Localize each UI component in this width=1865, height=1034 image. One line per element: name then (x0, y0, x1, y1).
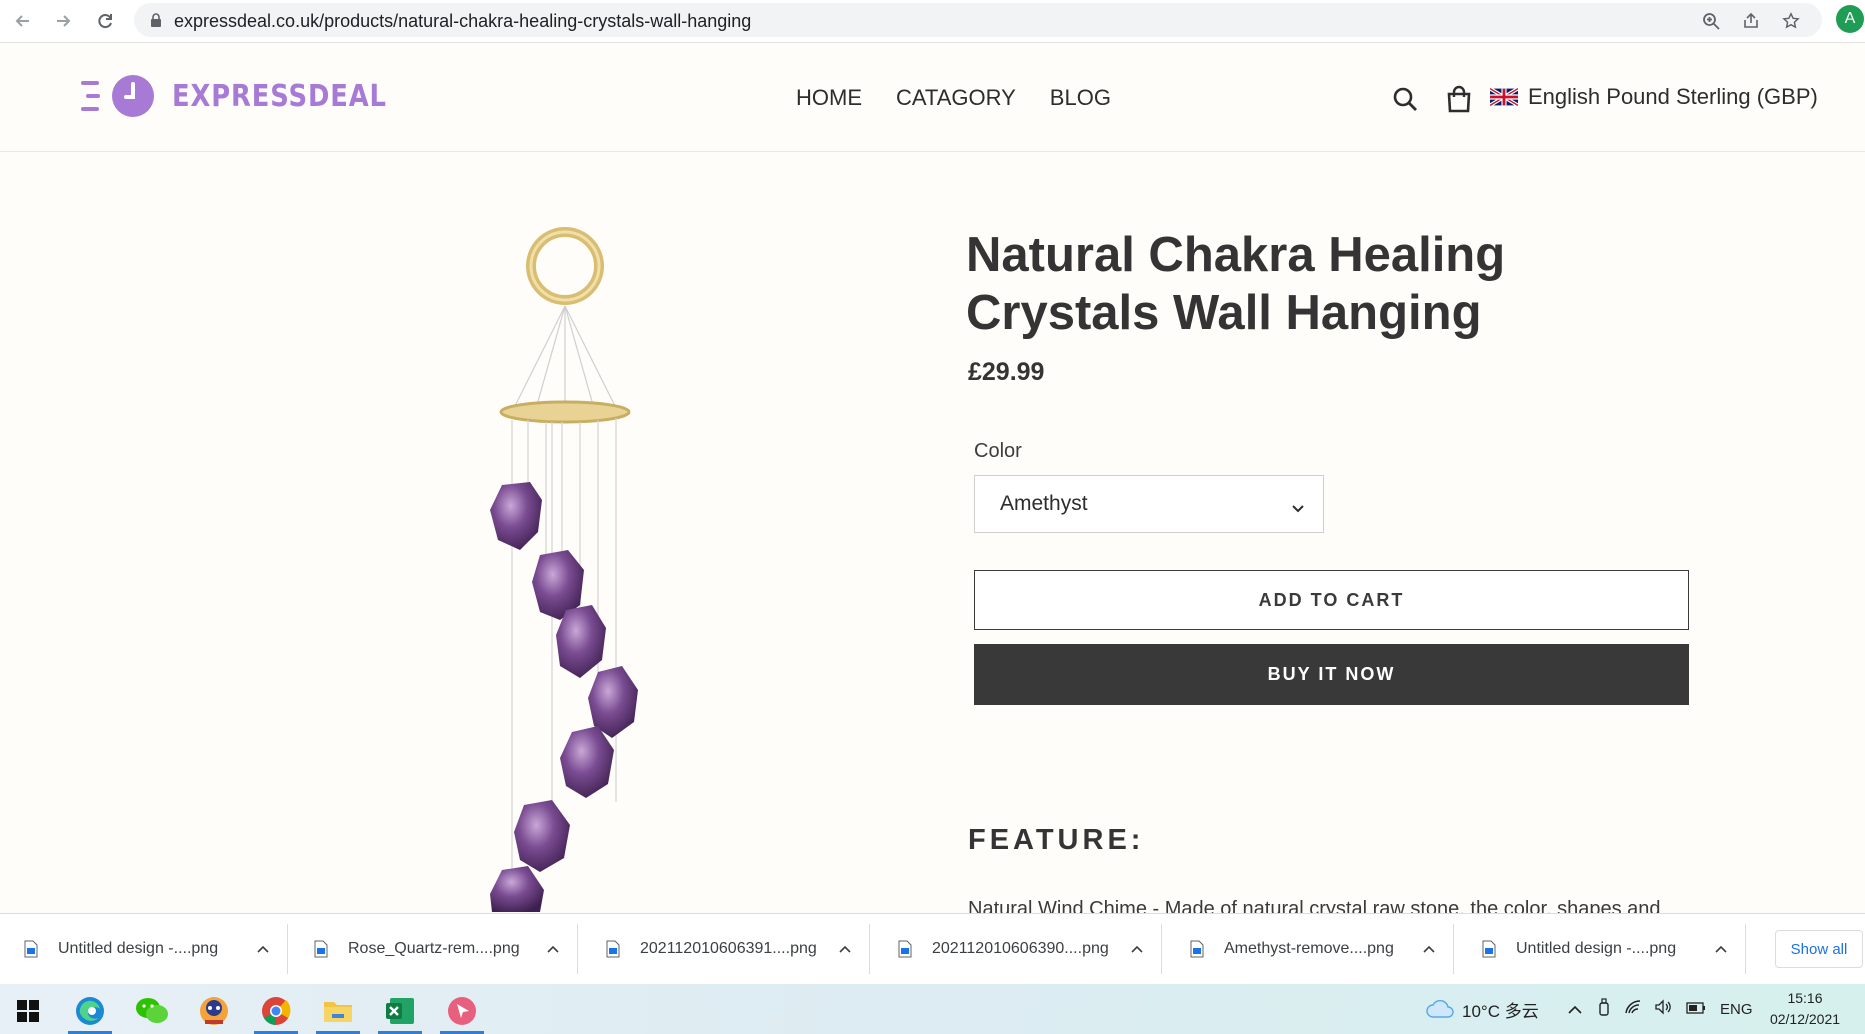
currency-selector[interactable]: English Pound Sterling (GBP) (1490, 84, 1818, 110)
image-file-icon (314, 940, 328, 958)
volume-icon[interactable] (1654, 998, 1672, 1020)
url-text: expressdeal.co.uk/products/natural-chakr… (174, 11, 752, 31)
lock-icon (150, 13, 162, 32)
weather-text: 10°C 多云 (1462, 1001, 1539, 1021)
downloads-bar: Untitled design -....png Rose_Quartz-rem… (0, 913, 1865, 985)
share-icon[interactable] (1740, 10, 1762, 32)
battery-icon[interactable] (1686, 999, 1706, 1019)
nav-blog[interactable]: BLOG (1050, 85, 1111, 111)
product-image[interactable] (440, 210, 690, 912)
forward-icon[interactable] (50, 8, 76, 34)
download-item[interactable]: 202112010606390....png (874, 924, 1162, 974)
site-logo[interactable]: EXPRESSDEAL (78, 73, 422, 119)
chevron-up-icon[interactable] (545, 941, 561, 957)
color-select-value: Amethyst (1000, 492, 1088, 515)
chevron-up-icon[interactable] (837, 941, 853, 957)
chrome-icon[interactable] (248, 988, 304, 1034)
download-item[interactable]: Amethyst-remove....png (1166, 924, 1454, 974)
cart-icon[interactable] (1443, 83, 1475, 115)
color-label: Color (974, 440, 1022, 462)
nav-catagory[interactable]: CATAGORY (896, 85, 1016, 111)
tray-icons: ENG (1568, 984, 1753, 1034)
site-header: EXPRESSDEAL HOME CATAGORY BLOG English P… (0, 43, 1865, 152)
browser-toolbar: expressdeal.co.uk/products/natural-chakr… (0, 0, 1865, 43)
usb-device-icon[interactable] (1598, 997, 1610, 1021)
image-file-icon (606, 940, 620, 958)
feature-heading: FEATURE: (968, 824, 1145, 856)
show-all-button[interactable]: Show all (1775, 930, 1863, 968)
download-filename: 202112010606391....png (640, 940, 817, 957)
buy-it-now-button[interactable]: BUY IT NOW (974, 644, 1689, 705)
chevron-down-icon (1291, 496, 1305, 520)
bookmark-star-icon[interactable] (1780, 10, 1802, 32)
main-nav: HOME CATAGORY BLOG (796, 85, 1111, 111)
edge-browser-icon[interactable] (62, 988, 118, 1034)
download-item[interactable]: 202112010606391....png (582, 924, 870, 974)
color-select[interactable]: Amethyst (974, 475, 1324, 533)
clock-date: 02/12/2021 (1769, 1011, 1841, 1027)
currency-label: English Pound Sterling (GBP) (1528, 84, 1818, 109)
language-indicator[interactable]: ENG (1720, 1001, 1753, 1018)
image-file-icon (898, 940, 912, 958)
wechat-icon[interactable] (124, 988, 180, 1034)
chevron-up-icon[interactable] (1713, 941, 1729, 957)
clock-logo-icon (81, 75, 154, 117)
download-filename: Rose_Quartz-rem....png (348, 940, 520, 957)
wifi-icon[interactable] (1624, 999, 1642, 1020)
clock-time: 15:16 (1787, 990, 1823, 1006)
file-explorer-icon[interactable] (310, 988, 366, 1034)
cloud-icon (1426, 999, 1454, 1018)
product-description: Natural Wind Chime - Made of natural cry… (968, 898, 1661, 914)
windows-start-icon[interactable] (0, 988, 56, 1034)
chevron-up-icon[interactable] (1421, 941, 1437, 957)
add-to-cart-button[interactable]: ADD TO CART (974, 570, 1689, 630)
character-app-icon[interactable] (186, 988, 242, 1034)
download-item[interactable]: Untitled design -....png (0, 924, 288, 974)
chevron-up-tray-icon[interactable] (1568, 999, 1582, 1019)
download-item[interactable]: Untitled design -....png (1458, 924, 1746, 974)
chevron-up-icon[interactable] (1129, 941, 1145, 957)
excel-icon[interactable] (372, 988, 428, 1034)
image-file-icon (24, 940, 38, 958)
weather-widget[interactable]: 10°C 多云 (1426, 984, 1539, 1034)
system-clock[interactable]: 15:16 02/12/2021 (1760, 988, 1850, 1030)
profile-avatar[interactable]: A (1836, 5, 1864, 33)
download-filename: 202112010606390....png (932, 940, 1109, 957)
chevron-up-icon[interactable] (255, 941, 271, 957)
pointer-app-icon[interactable] (434, 988, 490, 1034)
logo-text: EXPRESSDEAL (172, 78, 387, 114)
back-icon[interactable] (10, 8, 36, 34)
address-bar[interactable]: expressdeal.co.uk/products/natural-chakr… (134, 3, 1822, 37)
search-icon[interactable] (1389, 83, 1421, 115)
reload-icon[interactable] (92, 8, 118, 34)
product-title: Natural Chakra Healing Crystals Wall Han… (966, 228, 1506, 340)
image-file-icon (1482, 940, 1496, 958)
download-item[interactable]: Rose_Quartz-rem....png (290, 924, 578, 974)
download-filename: Amethyst-remove....png (1224, 940, 1394, 957)
zoom-icon[interactable] (1700, 10, 1722, 32)
taskbar: 10°C 多云 ENG 15:16 02/12/2021 (0, 984, 1865, 1034)
download-filename: Untitled design -....png (1516, 940, 1677, 957)
product-price: £29.99 (968, 358, 1045, 386)
image-file-icon (1190, 940, 1204, 958)
download-filename: Untitled design -....png (58, 940, 219, 957)
uk-flag-icon (1490, 88, 1518, 106)
nav-home[interactable]: HOME (796, 85, 862, 111)
